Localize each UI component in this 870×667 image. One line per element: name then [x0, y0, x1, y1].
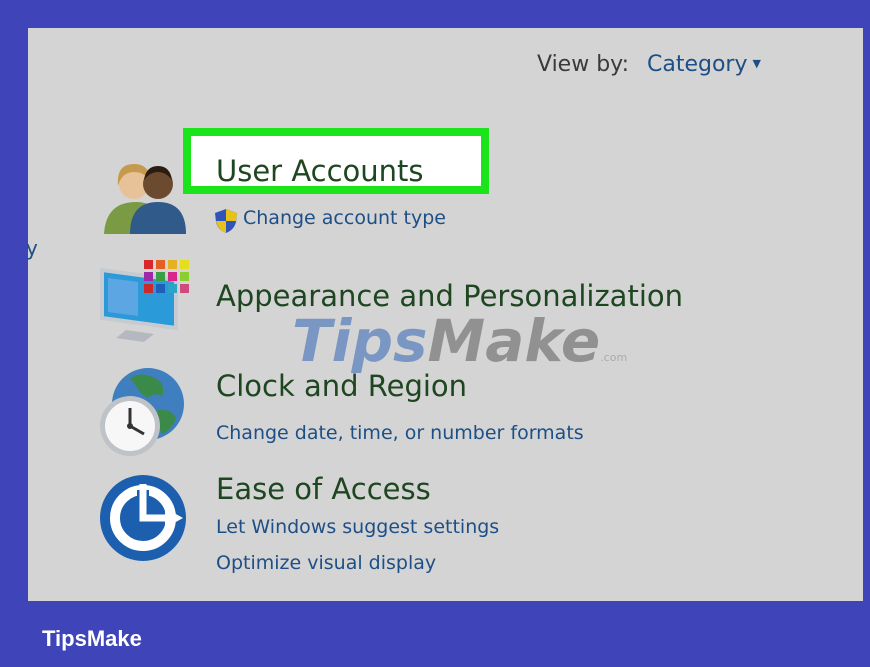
view-by-bar: View by: Category ▼ [537, 52, 761, 77]
category-title-ease-of-access[interactable]: Ease of Access [216, 472, 431, 506]
link-let-windows-suggest[interactable]: Let Windows suggest settings [216, 516, 499, 538]
watermark-part2: Make [427, 307, 601, 375]
watermark-suffix: .com [600, 351, 628, 364]
shield-icon [215, 209, 237, 233]
monitor-icon [100, 260, 189, 342]
view-by-dropdown[interactable]: Category ▼ [647, 52, 761, 77]
category-title-user-accounts[interactable]: User Accounts [216, 154, 424, 188]
link-optimize-visual-display[interactable]: Optimize visual display [216, 552, 436, 574]
users-icon [104, 164, 186, 234]
ease-of-access-icon [100, 475, 186, 561]
chevron-down-icon: ▼ [752, 57, 761, 70]
footer-brand: TipsMake [42, 626, 142, 651]
watermark: TipsMake.com [292, 307, 627, 375]
view-by-label: View by: [537, 52, 629, 77]
clock-globe-icon [100, 368, 184, 456]
watermark-part1: Tips [292, 307, 428, 375]
link-change-account-type[interactable]: Change account type [243, 207, 446, 229]
cut-off-sidebar-text: y [26, 236, 38, 260]
view-by-value: Category [647, 52, 748, 77]
link-change-date-time-formats[interactable]: Change date, time, or number formats [216, 422, 584, 444]
